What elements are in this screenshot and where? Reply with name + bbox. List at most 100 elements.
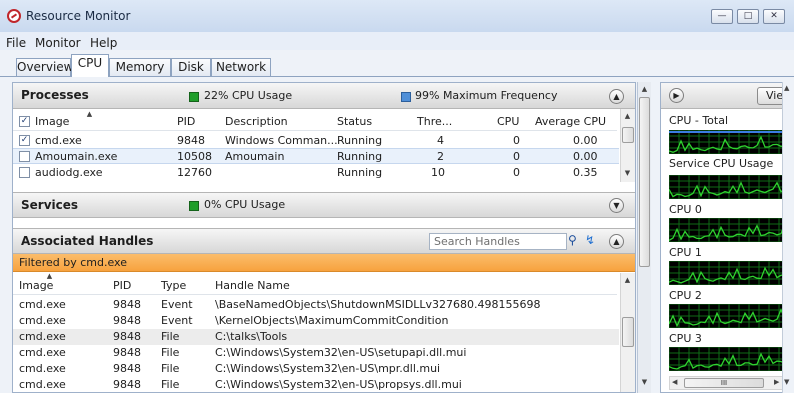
handles-header-divider: [13, 294, 617, 295]
processes-scrollbar[interactable]: ▲ ▼: [620, 109, 635, 182]
col-status[interactable]: Status: [337, 115, 372, 128]
menu-file[interactable]: File: [6, 36, 26, 50]
scrollbar-thumb[interactable]: III: [684, 378, 764, 388]
col-handle-image[interactable]: Image: [19, 279, 53, 292]
col-handle-pid[interactable]: PID: [113, 279, 131, 292]
scrollbar-thumb[interactable]: [639, 97, 650, 267]
menu-help[interactable]: Help: [90, 36, 117, 50]
services-cpu-swatch: [189, 201, 199, 211]
sort-ascending-icon: ▲: [46, 272, 53, 280]
graphs-hscrollbar[interactable]: ◀ III ▶: [669, 376, 785, 390]
refresh-icon[interactable]: ↯: [585, 233, 595, 247]
handles-header[interactable]: Associated Handles Search Handles ⚲ ↯ ▲: [13, 228, 635, 254]
table-row[interactable]: audiodg.exe 12760 Running 10 0 0.35: [13, 164, 619, 180]
processes-header-divider: [13, 130, 617, 131]
handle-type: Event: [161, 314, 193, 327]
handle-name: C:\Windows\System32\en-US\propsys.dll.mu…: [215, 378, 462, 391]
services-title: Services: [21, 198, 79, 212]
tab-disk[interactable]: Disk: [171, 58, 211, 76]
table-row[interactable]: Amoumain.exe 10508 Amoumain Running 2 0 …: [13, 148, 619, 164]
col-image[interactable]: Image: [35, 115, 69, 128]
col-cpu[interactable]: CPU: [497, 115, 519, 128]
graph-label-cpu2: CPU 2: [669, 289, 702, 302]
select-all-checkbox[interactable]: ✓: [19, 116, 30, 127]
handle-pid: 9848: [113, 298, 141, 311]
close-button[interactable]: ✕: [763, 9, 785, 24]
process-image: Amoumain.exe: [35, 150, 118, 163]
col-handle-type[interactable]: Type: [161, 279, 186, 292]
search-handles-input[interactable]: Search Handles: [429, 233, 567, 250]
handle-pid: 9848: [113, 378, 141, 391]
main-scrollbar[interactable]: ▲ ▼: [637, 82, 651, 393]
col-threads[interactable]: Thre...: [417, 115, 452, 128]
scroll-left-icon: ◀: [672, 378, 678, 386]
scrollbar-thumb[interactable]: [622, 127, 634, 143]
graphs-panel: ▶ Vie CPU - Total Service CPU Usage CPU …: [660, 82, 794, 393]
process-status: Running: [337, 150, 383, 163]
table-row[interactable]: ✓ cmd.exe 9848 Windows Comman... Running…: [13, 132, 619, 148]
handle-type: File: [161, 378, 180, 391]
handle-pid: 9848: [113, 362, 141, 375]
cpu-detail-panel: Processes 22% CPU Usage 99% Maximum Freq…: [12, 82, 636, 393]
process-cpu: 0: [513, 134, 520, 147]
process-cpu: 0: [513, 166, 520, 179]
handle-name: C:\talks\Tools: [215, 330, 288, 343]
table-row[interactable]: cmd.exe 9848 Event \KernelObjects\Maximu…: [13, 313, 619, 329]
collapse-processes-button[interactable]: ▲: [609, 89, 624, 104]
minimize-button[interactable]: —: [711, 9, 733, 24]
tab-memory[interactable]: Memory: [109, 58, 171, 76]
tab-network[interactable]: Network: [211, 58, 271, 76]
max-frequency-swatch: [401, 92, 411, 102]
handle-image: cmd.exe: [19, 298, 66, 311]
handle-type: File: [161, 330, 180, 343]
expand-services-button[interactable]: ▼: [609, 198, 624, 213]
handle-image: cmd.exe: [19, 362, 66, 375]
handles-scrollbar[interactable]: ▲: [620, 273, 635, 392]
row-checkbox[interactable]: [19, 167, 30, 178]
row-checkbox[interactable]: [19, 151, 30, 162]
menu-bar: [0, 32, 794, 50]
handle-name: C:\Windows\System32\en-US\setupapi.dll.m…: [215, 346, 467, 359]
process-pid: 9848: [177, 134, 205, 147]
search-icon[interactable]: ⚲: [568, 233, 577, 247]
scroll-right-icon: ▶: [774, 378, 780, 386]
scroll-down-icon: ▼: [784, 378, 790, 386]
handle-image: cmd.exe: [19, 330, 66, 343]
process-description: Amoumain: [225, 150, 285, 163]
collapse-handles-button[interactable]: ▲: [609, 234, 624, 249]
handles-title: Associated Handles: [21, 234, 154, 248]
window-vscrollbar[interactable]: ▲ ▼: [782, 82, 794, 393]
service-cpu-graph: [669, 175, 785, 199]
table-row[interactable]: cmd.exe 9848 Event \BaseNamedObjects\Shu…: [13, 297, 619, 313]
table-row[interactable]: cmd.exe 9848 File C:\Windows\System32\en…: [13, 361, 619, 377]
table-row[interactable]: cmd.exe 9848 File C:\Windows\System32\en…: [13, 377, 619, 392]
tab-cpu[interactable]: CPU: [71, 54, 109, 77]
expand-graphs-button[interactable]: ▶: [669, 88, 684, 103]
scrollbar-thumb[interactable]: [622, 317, 634, 347]
col-average-cpu[interactable]: Average CPU: [535, 115, 606, 128]
handle-type: File: [161, 346, 180, 359]
table-row[interactable]: cmd.exe 9848 File C:\talks\Tools: [13, 329, 619, 345]
row-checkbox[interactable]: ✓: [19, 135, 30, 146]
process-threads: 4: [437, 134, 444, 147]
services-header[interactable]: Services 0% CPU Usage ▼: [13, 192, 635, 218]
handle-image: cmd.exe: [19, 314, 66, 327]
col-handle-name[interactable]: Handle Name: [215, 279, 290, 292]
cpu1-graph: [669, 261, 785, 285]
process-pid: 10508: [177, 150, 212, 163]
process-average-cpu: 0.35: [573, 166, 598, 179]
handle-name: C:\Windows\System32\en-US\mpr.dll.mui: [215, 362, 441, 375]
menu-monitor[interactable]: Monitor: [35, 36, 81, 50]
handle-type: File: [161, 362, 180, 375]
col-description[interactable]: Description: [225, 115, 288, 128]
graph-label-cpu0: CPU 0: [669, 203, 702, 216]
cpu2-graph: [669, 304, 785, 328]
tab-overview[interactable]: Overview: [16, 58, 74, 76]
processes-header[interactable]: Processes 22% CPU Usage 99% Maximum Freq…: [13, 83, 635, 109]
scroll-up-icon: ▲: [624, 276, 631, 284]
col-pid[interactable]: PID: [177, 115, 195, 128]
table-row[interactable]: cmd.exe 9848 File C:\Windows\System32\en…: [13, 345, 619, 361]
cpu-usage-swatch: [189, 92, 199, 102]
maximize-button[interactable]: □: [737, 9, 759, 24]
services-cpu-usage: 0% CPU Usage: [204, 198, 286, 211]
